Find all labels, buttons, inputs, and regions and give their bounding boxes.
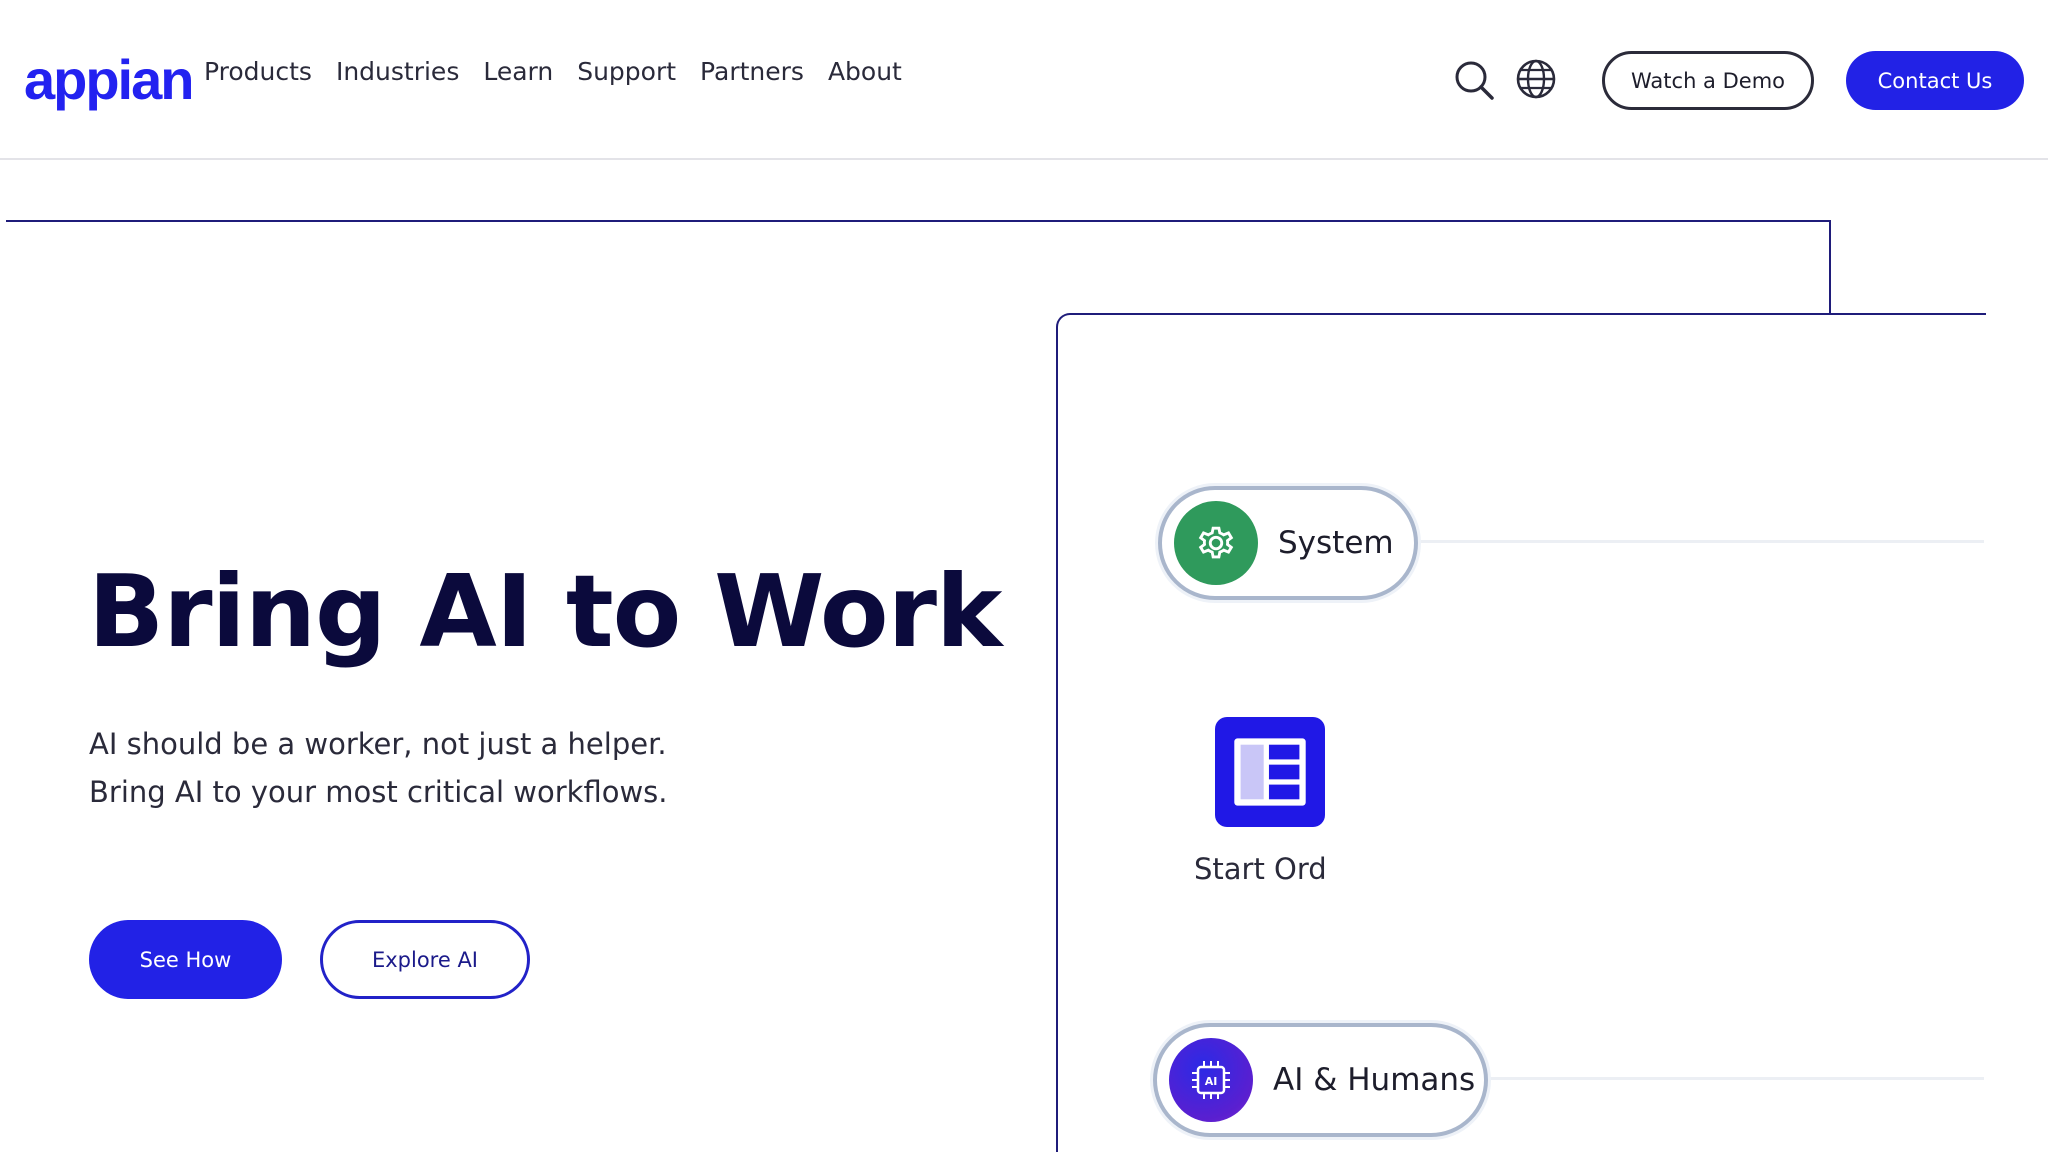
nav-item-learn[interactable]: Learn — [483, 56, 553, 88]
decorative-line-vertical — [1829, 220, 1831, 314]
contact-us-button[interactable]: Contact Us — [1846, 51, 2024, 110]
watch-demo-button[interactable]: Watch a Demo — [1602, 51, 1814, 110]
nav-item-partners[interactable]: Partners — [700, 56, 804, 88]
nav-item-support[interactable]: Support — [577, 56, 676, 88]
site-header: appian Products Industries Learn Support… — [0, 0, 2048, 160]
ai-humans-node: AI AI & Humans — [1153, 1023, 1488, 1137]
svg-text:AI: AI — [1205, 1075, 1218, 1088]
connector-line-ai — [1488, 1077, 1984, 1080]
connector-line-system — [1418, 540, 1984, 543]
decorative-line-top — [6, 220, 1831, 222]
appian-logo[interactable]: appian — [24, 48, 194, 112]
nav-item-products[interactable]: Products — [204, 56, 312, 88]
start-node-label: Start Ord — [1194, 852, 1327, 886]
globe-icon[interactable] — [1514, 57, 1558, 101]
system-node-label: System — [1278, 525, 1394, 561]
nav-item-industries[interactable]: Industries — [336, 56, 459, 88]
main-nav: Products Industries Learn Support Partne… — [204, 56, 926, 88]
ai-chip-icon: AI — [1169, 1038, 1253, 1122]
form-layout-icon — [1215, 717, 1325, 827]
explore-ai-button[interactable]: Explore AI — [320, 920, 530, 999]
ai-humans-node-label: AI & Humans — [1273, 1062, 1476, 1098]
hero-title: Bring AI to Work — [88, 553, 1002, 670]
hero-subtitle-line-1: AI should be a worker, not just a helper… — [89, 727, 667, 761]
search-icon[interactable] — [1452, 58, 1496, 102]
nav-item-about[interactable]: About — [828, 56, 902, 88]
hero-subtitle-line-2: Bring AI to your most critical workflows… — [89, 775, 668, 809]
system-node: System — [1158, 486, 1418, 600]
hero-subtitle: AI should be a worker, not just a helper… — [89, 720, 668, 816]
see-how-button[interactable]: See How — [89, 920, 282, 999]
gear-icon — [1174, 501, 1258, 585]
